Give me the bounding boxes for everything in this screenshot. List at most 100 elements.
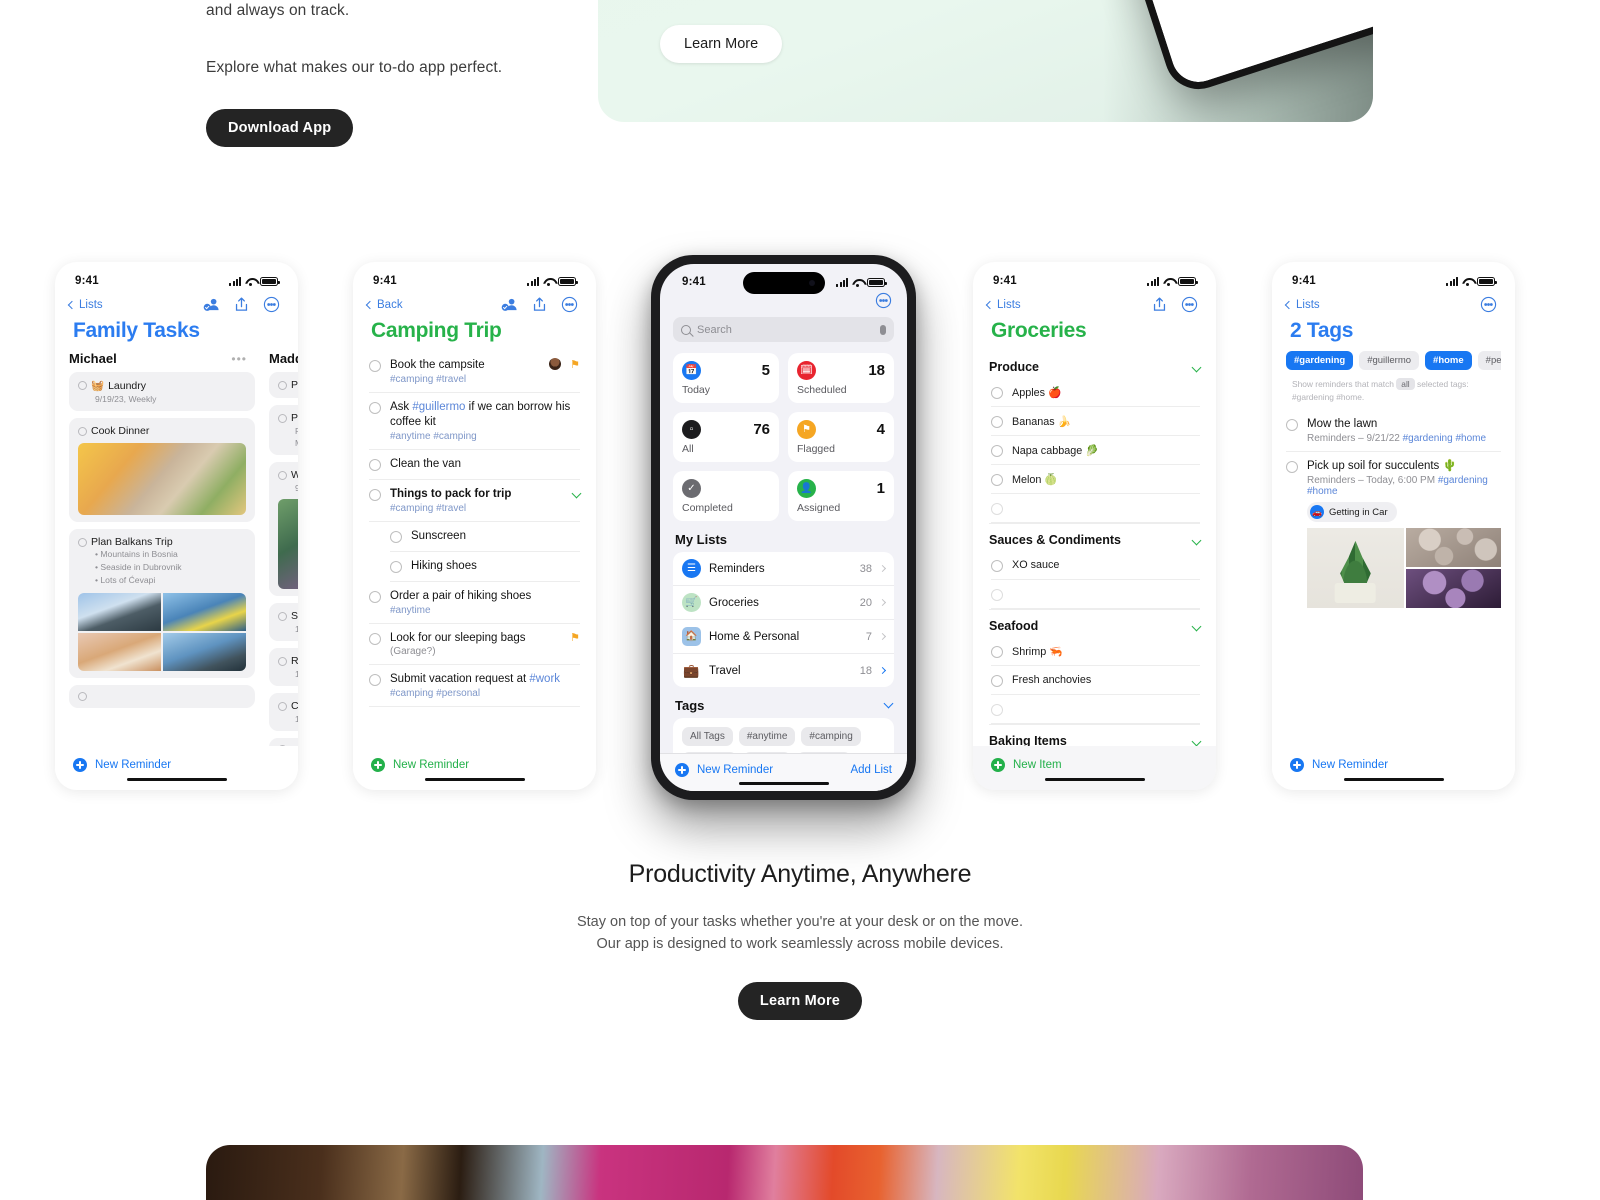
microphone-icon[interactable] <box>880 324 886 335</box>
back-button[interactable]: Lists <box>1284 299 1320 311</box>
back-button[interactable]: Lists <box>67 299 103 311</box>
task-card[interactable]: 🧺 Laundry 9/19/23, Weekly <box>69 372 255 411</box>
grocery-item-empty[interactable] <box>991 580 1200 609</box>
tag-chip-guillermo[interactable]: #guillermo <box>1359 351 1420 370</box>
checkbox-icon[interactable] <box>369 632 381 645</box>
task-card[interactable]: Cook Dinner <box>69 418 255 522</box>
grocery-item[interactable]: Napa cabbage 🥬 <box>991 436 1200 465</box>
task-card-empty[interactable] <box>69 684 255 708</box>
reminder-row[interactable]: Submit vacation request at #work #campin… <box>369 665 580 708</box>
checkbox-icon[interactable] <box>278 611 287 621</box>
chevron-down-icon[interactable] <box>1191 736 1202 746</box>
checkbox-icon[interactable] <box>278 701 287 711</box>
task-card[interactable]: Pick Rem Mocl <box>269 405 298 455</box>
checkbox-icon[interactable] <box>369 674 381 687</box>
more-options-icon[interactable]: ••• <box>231 352 247 366</box>
checkbox-icon[interactable] <box>369 488 381 501</box>
new-reminder-button[interactable]: New Reminder <box>371 758 469 772</box>
tag-chip[interactable]: #camping <box>801 727 861 746</box>
checkbox-icon[interactable] <box>390 560 402 573</box>
grocery-item[interactable]: Fresh anchovies <box>991 666 1200 695</box>
task-card[interactable]: Wate 9/20 <box>269 462 298 596</box>
checkbox-icon[interactable] <box>991 445 1003 457</box>
checkbox-icon[interactable] <box>78 426 87 436</box>
tile-flagged[interactable]: ⚑ 4 Flagged <box>788 412 894 462</box>
new-reminder-button[interactable]: New Reminder <box>1290 758 1388 772</box>
tag-chip[interactable]: #anytime <box>738 727 796 746</box>
checkbox-icon[interactable] <box>278 380 287 390</box>
grocery-item[interactable]: Bananas 🍌 <box>991 407 1200 436</box>
reminder-row[interactable]: Clean the van <box>369 450 580 480</box>
reminder-row[interactable]: Order a pair of hiking shoes #anytime <box>369 582 580 624</box>
reminder-row[interactable]: Look for our sleeping bags (Garage?) ⚑ <box>369 624 580 666</box>
chevron-down-icon[interactable] <box>1191 621 1202 631</box>
reminder-subrow[interactable]: Hiking shoes <box>390 552 580 582</box>
checkbox-icon[interactable] <box>991 387 1003 399</box>
location-pill[interactable]: 🚗 Getting in Car <box>1307 502 1397 523</box>
checkbox-icon[interactable] <box>991 704 1003 716</box>
checkbox-icon[interactable] <box>278 413 287 423</box>
checkbox-icon[interactable] <box>1286 461 1298 474</box>
list-item-groceries[interactable]: 🛒 Groceries 20 <box>673 585 894 619</box>
reminder-row[interactable]: Pick up soil for succulents 🌵 Reminders … <box>1286 452 1501 615</box>
checkbox-icon[interactable] <box>278 470 287 480</box>
checkbox-icon[interactable] <box>78 381 87 390</box>
task-card[interactable]: Plan Balkans Trip • Mountains in Bosnia … <box>69 529 255 678</box>
list-item-reminders[interactable]: ☰ Reminders 38 <box>673 552 894 585</box>
checkbox-icon[interactable] <box>991 560 1003 572</box>
list-item-home-personal[interactable]: 🏠 Home & Personal 7 <box>673 619 894 653</box>
tile-today[interactable]: 📅 5 Today <box>673 353 779 403</box>
more-options-icon[interactable] <box>875 292 892 309</box>
checkbox-icon[interactable] <box>369 458 381 471</box>
grocery-item[interactable]: Shrimp 🦐 <box>991 637 1200 666</box>
grocery-item[interactable]: XO sauce <box>991 551 1200 580</box>
reminder-row[interactable]: Book the campsite #camping #travel ⚑ <box>369 351 580 393</box>
reminder-row[interactable]: Mow the lawn Reminders – 9/21/22 #garden… <box>1286 410 1501 453</box>
grocery-item[interactable]: Apples 🍎 <box>991 378 1200 407</box>
task-card[interactable]: Che 10/2 <box>269 693 298 731</box>
grocery-item[interactable]: Melon 🍈 <box>991 465 1200 494</box>
checkbox-icon[interactable] <box>991 503 1003 515</box>
tile-all[interactable]: ▫ 76 All <box>673 412 779 462</box>
checkbox-icon[interactable] <box>991 646 1003 658</box>
checkbox-icon[interactable] <box>369 590 381 603</box>
tile-scheduled[interactable]: 🗓 18 Scheduled <box>788 353 894 403</box>
checkbox-icon[interactable] <box>1286 419 1298 432</box>
checkbox-icon[interactable] <box>991 589 1003 601</box>
checkbox-icon[interactable] <box>78 537 87 547</box>
match-mode-selector[interactable]: all <box>1396 378 1415 390</box>
new-reminder-button[interactable]: New Reminder <box>73 758 171 772</box>
share-icon[interactable] <box>1151 296 1168 313</box>
list-item-travel[interactable]: 💼 Travel 18 <box>673 653 894 687</box>
checkbox-icon[interactable] <box>390 530 402 543</box>
tile-completed[interactable]: ✓ Completed <box>673 471 779 521</box>
task-card[interactable]: Pay <box>269 372 298 398</box>
more-options-icon[interactable] <box>1181 296 1198 313</box>
chevron-down-icon[interactable] <box>571 488 582 499</box>
chevron-down-icon[interactable] <box>883 698 894 709</box>
back-button[interactable]: Back <box>365 299 403 311</box>
share-icon[interactable] <box>531 296 548 313</box>
add-list-button[interactable]: Add List <box>850 764 892 776</box>
checkbox-icon[interactable] <box>991 416 1003 428</box>
checkbox-icon[interactable] <box>369 360 381 372</box>
checkbox-icon[interactable] <box>78 691 87 701</box>
more-options-icon[interactable] <box>1480 296 1497 313</box>
download-app-button[interactable]: Download App <box>206 108 354 147</box>
tag-chip[interactable]: All Tags <box>682 727 733 746</box>
hero-learn-more-button[interactable]: Learn More <box>660 25 783 63</box>
more-options-icon[interactable] <box>561 296 578 313</box>
tile-assigned[interactable]: 👤 1 Assigned <box>788 471 894 521</box>
tag-chip-personal[interactable]: #personal <box>1477 351 1501 370</box>
chevron-down-icon[interactable] <box>1191 362 1202 372</box>
chevron-down-icon[interactable] <box>1191 535 1202 545</box>
task-card[interactable]: Sche 10/2 <box>269 603 298 641</box>
more-options-icon[interactable] <box>263 296 280 313</box>
search-input[interactable]: Search <box>673 317 894 342</box>
checkbox-icon[interactable] <box>278 656 287 666</box>
checkbox-icon[interactable] <box>991 675 1003 687</box>
new-reminder-button[interactable]: New Reminder <box>675 763 773 777</box>
reminder-row[interactable]: Things to pack for trip #camping #travel <box>369 480 582 522</box>
tag-chip-home[interactable]: #home <box>1425 351 1472 370</box>
grocery-item-empty[interactable] <box>991 695 1200 724</box>
